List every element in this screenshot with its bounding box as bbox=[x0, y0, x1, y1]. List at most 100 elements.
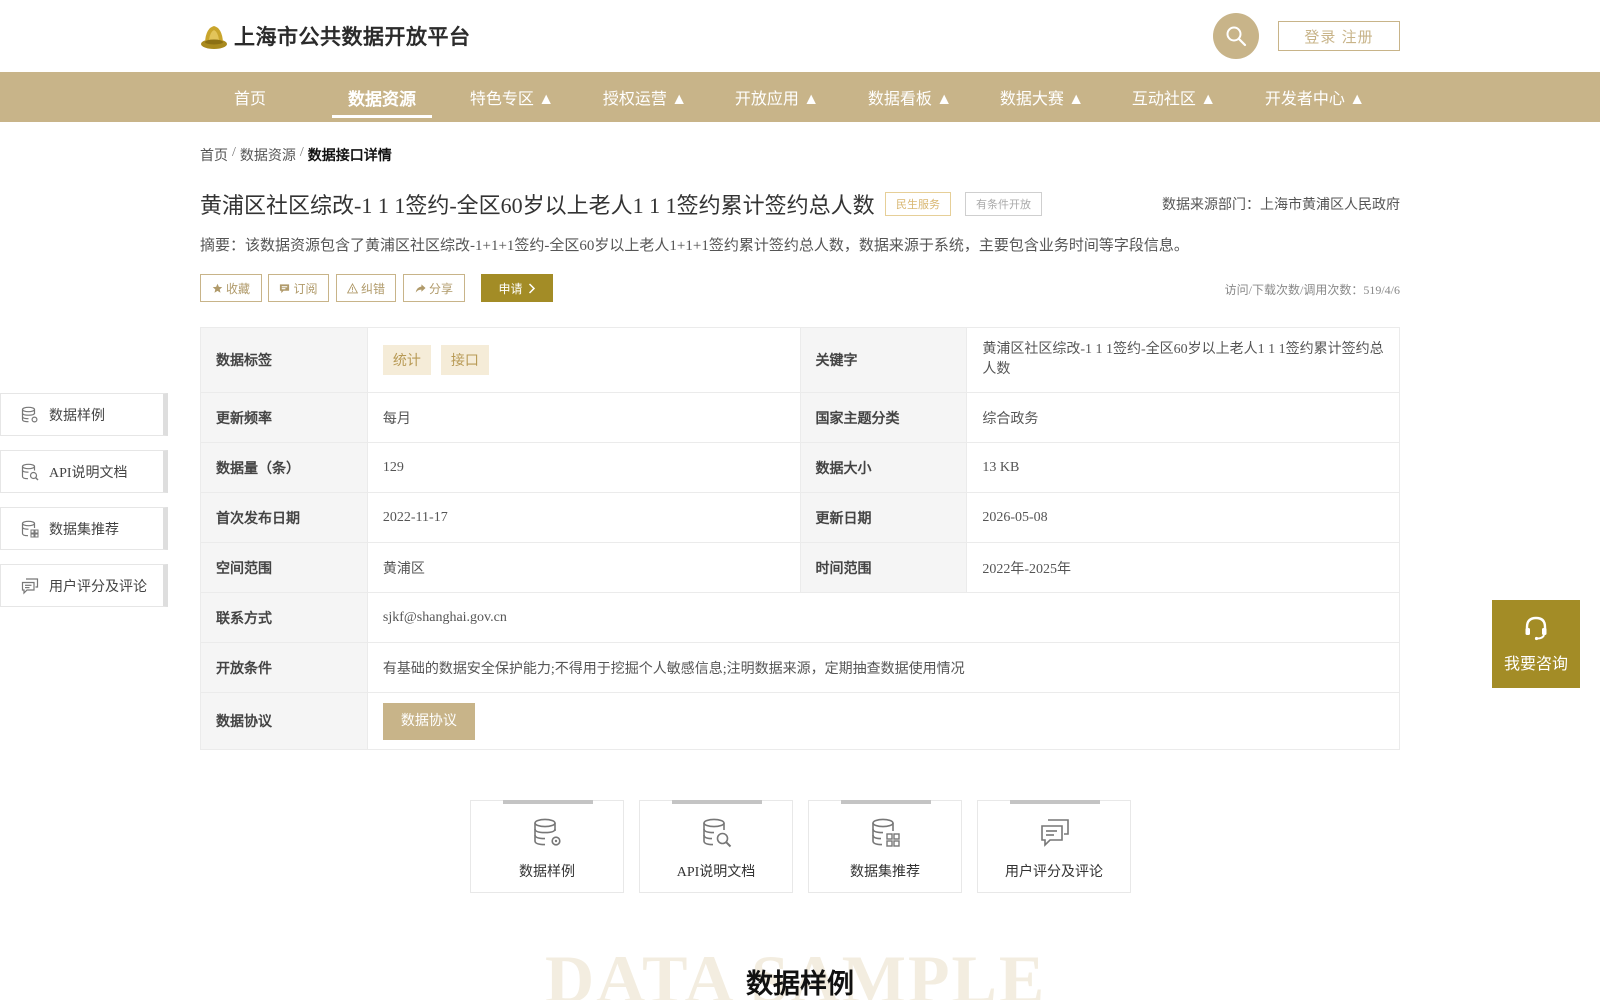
side-item-ratings-comments[interactable]: 用户评分及评论 bbox=[0, 564, 168, 607]
table-row: 联系方式 sjkf@shanghai.gov.cn bbox=[200, 592, 1401, 643]
card-label: 数据样例 bbox=[519, 865, 575, 880]
first-publish-label: 首次发布日期 bbox=[200, 492, 368, 543]
card-api-docs[interactable]: API说明文档 bbox=[639, 800, 793, 893]
card-label: API说明文档 bbox=[676, 865, 756, 880]
database-gear-icon bbox=[21, 406, 38, 423]
theme-category-label: 国家主题分类 bbox=[799, 392, 968, 443]
headset-icon bbox=[1525, 616, 1547, 641]
card-top-bar bbox=[503, 800, 593, 804]
data-protocol-label: 数据协议 bbox=[200, 692, 368, 750]
dataset-summary: 摘要：该数据资源包含了黄浦区社区综改-1+1+1签约-全区60岁以上老人1+1+… bbox=[200, 238, 1189, 254]
contact-label: 联系方式 bbox=[200, 592, 368, 643]
collect-label: 收藏 bbox=[225, 281, 250, 296]
section-title: 数据样例 bbox=[746, 969, 854, 999]
database-gear-icon bbox=[534, 818, 561, 846]
tag-chip-stats[interactable]: 统计 bbox=[382, 345, 431, 375]
card-top-bar bbox=[672, 800, 762, 804]
contact-value[interactable]: sjkf@shanghai.gov.cn bbox=[366, 592, 1401, 643]
database-grid-icon bbox=[21, 520, 39, 537]
nav-item-data-contest[interactable]: 数据大赛 ▲ bbox=[992, 72, 1092, 122]
table-row: 空间范围 黄浦区 时间范围 2022年-2025年 bbox=[200, 542, 1400, 593]
update-date-label: 更新日期 bbox=[799, 492, 968, 543]
nav-item-developer-center[interactable]: 开发者中心 ▲ bbox=[1255, 72, 1375, 122]
comment-icon bbox=[21, 577, 39, 594]
table-row: 数据量（条） 129 数据大小 13 KB bbox=[200, 442, 1400, 493]
tag-chip-api[interactable]: 接口 bbox=[440, 345, 489, 375]
spatial-range-label: 空间范围 bbox=[200, 542, 368, 593]
side-item-data-sample[interactable]: 数据样例 bbox=[0, 393, 168, 436]
share-button[interactable]: 分享 bbox=[403, 274, 465, 302]
database-search-icon bbox=[21, 463, 39, 480]
collect-button[interactable]: 收藏 bbox=[200, 274, 262, 302]
bookmark-chat-icon bbox=[280, 283, 290, 293]
page-title: 黄浦区社区综改-1 1 1签约-全区60岁以上老人1 1 1签约累计签约总人数 bbox=[200, 193, 875, 218]
data-size-label: 数据大小 bbox=[799, 442, 968, 493]
data-protocol-button[interactable]: 数据协议 bbox=[382, 702, 475, 740]
spatial-range-value: 黄浦区 bbox=[366, 542, 801, 593]
nav-item-data-dashboard[interactable]: 数据看板 ▲ bbox=[860, 72, 960, 122]
breadcrumb-separator: / bbox=[232, 145, 236, 160]
table-row: 数据协议 数据协议 bbox=[200, 692, 1401, 750]
site-logo[interactable]: 上海市公共数据开放平台 bbox=[200, 20, 471, 52]
database-grid-icon bbox=[872, 818, 900, 847]
update-date-value: 2026-05-08 bbox=[966, 492, 1400, 543]
subscribe-button[interactable]: 订阅 bbox=[268, 274, 329, 302]
card-top-bar bbox=[841, 800, 931, 804]
keyword-label: 关键字 bbox=[799, 327, 968, 393]
card-top-bar bbox=[1010, 800, 1100, 804]
keyword-value: 黄浦区社区综改-1 1 1签约-全区60岁以上老人1 1 1签约累计签约总人数 bbox=[966, 327, 1400, 393]
correct-error-button[interactable]: 纠错 bbox=[336, 274, 396, 302]
consult-label: 我要咨询 bbox=[1503, 656, 1568, 673]
database-search-icon bbox=[703, 818, 732, 848]
table-row: 数据标签 统计 接口 关键字 黄浦区社区综改-1 1 1签约-全区60岁以上老人1… bbox=[200, 327, 1400, 393]
nav-item-home[interactable]: 首页 bbox=[210, 72, 290, 122]
card-label: 数据集推荐 bbox=[850, 865, 920, 880]
share-label: 分享 bbox=[428, 281, 453, 296]
breadcrumb: 首页 / 数据资源 / 数据接口详情 bbox=[200, 145, 392, 165]
update-frequency-label: 更新频率 bbox=[200, 392, 368, 443]
apply-button[interactable]: 申请 bbox=[481, 274, 553, 302]
side-item-dataset-recommend[interactable]: 数据集推荐 bbox=[0, 507, 168, 550]
source-department: 数据来源部门：上海市黄浦区人民政府 bbox=[1162, 198, 1400, 213]
first-publish-value: 2022-11-17 bbox=[366, 492, 801, 543]
side-item-label: 数据集推荐 bbox=[49, 522, 119, 538]
data-size-value: 13 KB bbox=[966, 442, 1400, 493]
record-count-value: 129 bbox=[366, 442, 801, 493]
gold-ingot-logo-icon bbox=[200, 22, 228, 50]
main-nav: 首页 数据资源 特色专区 ▲ 授权运营 ▲ 开放应用 ▲ 数据看板 ▲ 数据大赛… bbox=[0, 72, 1600, 122]
consult-button[interactable]: 我要咨询 bbox=[1492, 600, 1580, 688]
correct-error-label: 纠错 bbox=[360, 281, 385, 296]
record-count-label: 数据量（条） bbox=[200, 442, 368, 493]
dataset-info-table: 数据标签 统计 接口 关键字 黄浦区社区综改-1 1 1签约-全区60岁以上老人1… bbox=[200, 327, 1401, 750]
access-counts: 访问/下载次数/调用次数：519/4/6 bbox=[1224, 283, 1400, 297]
nav-item-authorized-ops[interactable]: 授权运营 ▲ bbox=[595, 72, 695, 122]
side-item-label: 数据样例 bbox=[49, 408, 105, 424]
nav-item-open-apps[interactable]: 开放应用 ▲ bbox=[727, 72, 827, 122]
login-register-button[interactable]: 登录 注册 bbox=[1278, 21, 1400, 51]
card-label: 用户评分及评论 bbox=[1005, 865, 1103, 880]
time-range-value: 2022年-2025年 bbox=[966, 542, 1400, 593]
share-icon bbox=[415, 283, 426, 293]
card-data-sample[interactable]: 数据样例 bbox=[470, 800, 624, 893]
theme-category-value: 综合政务 bbox=[966, 392, 1400, 443]
apply-label: 申请 bbox=[498, 281, 523, 296]
nav-item-community[interactable]: 互动社区 ▲ bbox=[1124, 72, 1224, 122]
card-dataset-recommend[interactable]: 数据集推荐 bbox=[808, 800, 962, 893]
tags-label: 数据标签 bbox=[200, 327, 368, 393]
tags-value: 统计 接口 bbox=[366, 327, 801, 393]
nav-item-data-resources[interactable]: 数据资源 bbox=[332, 72, 432, 122]
data-protocol-cell: 数据协议 bbox=[366, 692, 1401, 750]
table-row: 更新频率 每月 国家主题分类 综合政务 bbox=[200, 392, 1400, 443]
search-button[interactable] bbox=[1213, 13, 1259, 59]
nav-item-featured-zones[interactable]: 特色专区 ▲ bbox=[462, 72, 562, 122]
chevron-right-icon bbox=[528, 282, 535, 294]
dataset-title-row: 黄浦区社区综改-1 1 1签约-全区60岁以上老人1 1 1签约累计签约总人数 … bbox=[200, 188, 1400, 222]
card-ratings-comments[interactable]: 用户评分及评论 bbox=[977, 800, 1131, 893]
breadcrumb-data-resources[interactable]: 数据资源 bbox=[240, 145, 296, 165]
side-item-api-docs[interactable]: API说明文档 bbox=[0, 450, 168, 493]
side-item-label: API说明文档 bbox=[49, 465, 128, 481]
breadcrumb-home[interactable]: 首页 bbox=[200, 145, 228, 165]
time-range-label: 时间范围 bbox=[799, 542, 968, 593]
search-icon bbox=[1226, 26, 1247, 47]
category-tag: 民生服务 bbox=[885, 192, 951, 216]
